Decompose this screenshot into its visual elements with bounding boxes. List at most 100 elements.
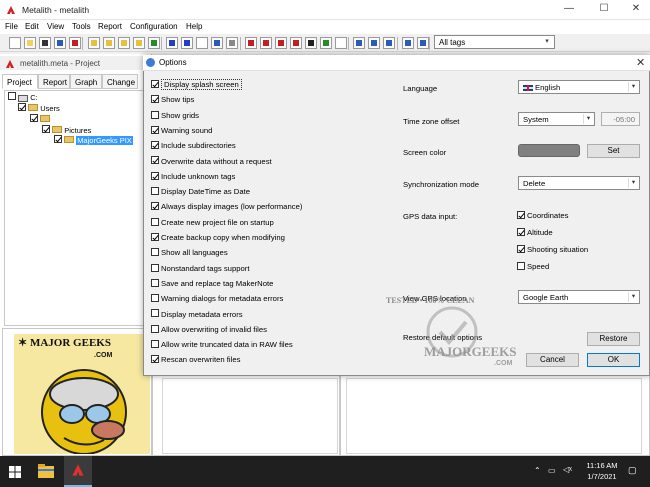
option-checkbox[interactable] [151, 294, 159, 303]
report-icon[interactable] [245, 37, 257, 49]
option-checkbox[interactable] [151, 278, 159, 287]
gps-option-1[interactable]: Altitude [517, 227, 553, 240]
option-checkbox[interactable] [151, 217, 159, 226]
tag-filter-select[interactable]: All tags ▾ [434, 35, 555, 49]
add-icon[interactable] [88, 37, 100, 49]
view-gps-select[interactable]: Google Earth ▾ [518, 290, 640, 304]
sync-mode-select[interactable]: Delete ▾ [518, 176, 640, 190]
option-2[interactable]: Show grids [151, 110, 199, 123]
menu-report[interactable]: Report [98, 22, 122, 31]
tray-chevron-icon[interactable]: ⌃ [534, 466, 541, 475]
gps-option-0[interactable]: Coordinates [517, 210, 568, 223]
ok-button[interactable]: OK [587, 353, 640, 367]
option-18[interactable]: Rescan overwriten files [151, 355, 240, 367]
image-icon[interactable] [320, 37, 332, 49]
metadata-area[interactable] [346, 378, 642, 454]
compare-icon[interactable] [383, 37, 395, 49]
gray-icon[interactable] [226, 37, 238, 49]
tree-item-user[interactable] [30, 114, 51, 125]
timezone-select[interactable]: System ▾ [518, 112, 595, 126]
save-icon[interactable] [54, 37, 66, 49]
remove-folder-icon[interactable] [133, 37, 145, 49]
option-checkbox[interactable] [151, 202, 159, 211]
option-checkbox[interactable] [151, 324, 159, 333]
screen-color-swatch[interactable] [518, 144, 580, 157]
menu-configuration[interactable]: Configuration [130, 22, 178, 31]
option-checkbox[interactable] [151, 309, 159, 318]
option-17[interactable]: Allow write truncated data in RAW files [151, 340, 293, 352]
clock-date[interactable]: 1/7/2021 [582, 472, 622, 481]
option-checkbox[interactable] [151, 263, 159, 272]
option-4[interactable]: Include subdirectories [151, 141, 236, 153]
option-checkbox[interactable] [151, 141, 159, 150]
n-icon[interactable] [305, 37, 317, 49]
option-checkbox[interactable] [151, 340, 159, 349]
option-checkbox[interactable] [151, 125, 159, 134]
gps-checkbox[interactable] [517, 227, 525, 236]
option-8[interactable]: Always display images (low performance) [151, 202, 302, 214]
chart-icon[interactable] [290, 37, 302, 49]
option-13[interactable]: Save and replace tag MakerNote [151, 278, 273, 291]
open-icon[interactable] [24, 37, 36, 49]
option-5[interactable]: Overwrite data without a request [151, 156, 272, 169]
file-explorer-icon[interactable] [38, 464, 54, 478]
option-checkbox[interactable] [151, 95, 159, 104]
maximize-button[interactable]: ☐ [597, 3, 611, 15]
option-checkbox[interactable] [151, 355, 159, 364]
language-select[interactable]: English ▾ [518, 80, 640, 94]
tree-checkbox[interactable] [30, 114, 38, 122]
menu-file[interactable]: File [5, 22, 18, 31]
close-button[interactable]: ✕ [629, 3, 643, 15]
add-folder-icon[interactable] [118, 37, 130, 49]
option-0[interactable]: Display splash screen [151, 79, 242, 92]
info-icon[interactable] [166, 37, 178, 49]
save-as-icon[interactable] [69, 37, 81, 49]
export-icon[interactable] [275, 37, 287, 49]
volume-icon[interactable]: ◁ᵡ [563, 465, 572, 474]
gps-checkbox[interactable] [517, 244, 525, 253]
clock-time[interactable]: 11:16 AM [582, 461, 622, 470]
menu-view[interactable]: View [47, 22, 64, 31]
gps-option-3[interactable]: Speed [517, 261, 549, 274]
delete-icon[interactable] [39, 37, 51, 49]
option-7[interactable]: Display DateTime as Date [151, 187, 250, 199]
set-color-button[interactable]: Set [587, 144, 640, 158]
option-6[interactable]: Include unknown tags [151, 171, 235, 184]
options-close-button[interactable]: ✕ [636, 56, 645, 69]
option-16[interactable]: Allow overwriting of invalid files [151, 324, 267, 337]
report-alt-icon[interactable] [260, 37, 272, 49]
tab-graph[interactable]: Graph [70, 74, 102, 89]
minimize-button[interactable]: — [562, 3, 576, 15]
option-checkbox[interactable] [151, 171, 159, 180]
tree-item-users[interactable]: Users [18, 103, 60, 114]
paste-icon[interactable] [368, 37, 380, 49]
window-icon[interactable] [196, 37, 208, 49]
info-alt-icon[interactable] [181, 37, 193, 49]
new-icon[interactable] [9, 37, 21, 49]
gps-checkbox[interactable] [517, 261, 525, 270]
option-checkbox[interactable] [151, 248, 159, 257]
option-14[interactable]: Warning dialogs for metadata errors [151, 294, 283, 306]
copy-icon[interactable] [353, 37, 365, 49]
option-checkbox[interactable] [151, 232, 159, 241]
option-checkbox[interactable] [151, 79, 159, 88]
notification-icon[interactable]: ▢ [628, 465, 637, 476]
option-12[interactable]: Nonstandard tags support [151, 263, 249, 276]
file-list-area[interactable] [162, 378, 338, 454]
option-checkbox[interactable] [151, 110, 159, 119]
scan-icon[interactable] [335, 37, 347, 49]
option-checkbox[interactable] [151, 187, 159, 196]
option-1[interactable]: Show tips [151, 95, 194, 107]
settings-icon[interactable] [402, 37, 414, 49]
remove-icon[interactable] [103, 37, 115, 49]
cancel-button[interactable]: Cancel [526, 353, 579, 367]
menu-tools[interactable]: Tools [72, 22, 91, 31]
tab-project[interactable]: Project [2, 74, 38, 89]
restore-button[interactable]: Restore [587, 332, 640, 346]
tab-report[interactable]: Report [38, 74, 70, 89]
option-11[interactable]: Show all languages [151, 248, 228, 260]
tree-checkbox[interactable] [8, 92, 16, 100]
option-checkbox[interactable] [151, 156, 159, 165]
menu-edit[interactable]: Edit [25, 22, 39, 31]
option-9[interactable]: Create new project file on startup [151, 217, 274, 230]
